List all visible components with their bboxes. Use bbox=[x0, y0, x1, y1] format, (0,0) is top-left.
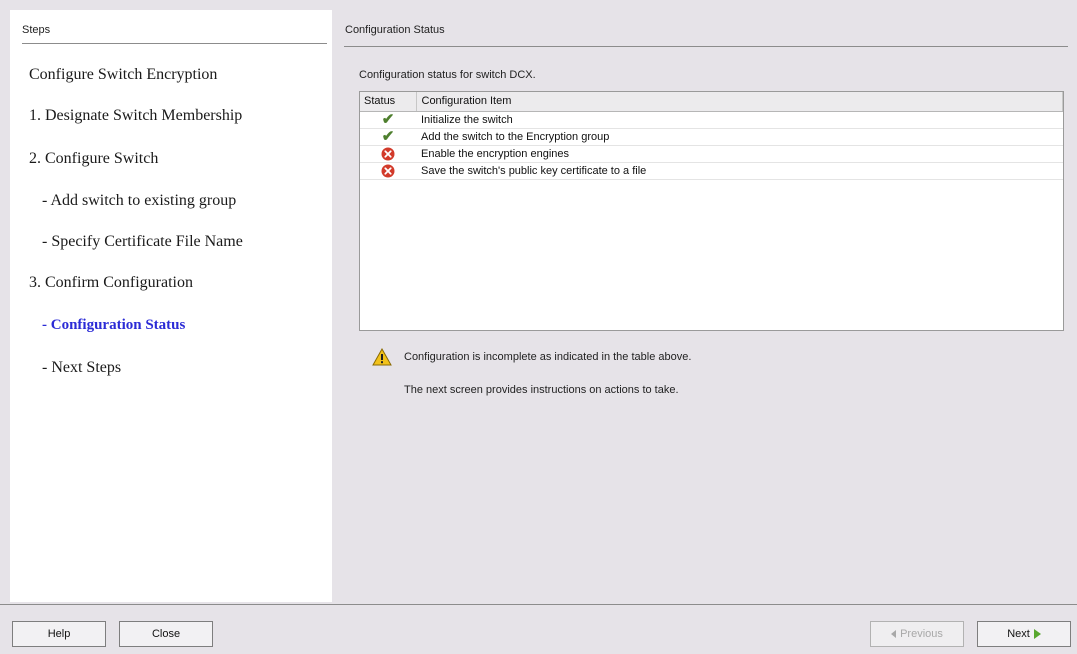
status-cell bbox=[360, 145, 416, 163]
status-cell: ✔ bbox=[360, 127, 416, 146]
next-button[interactable]: Next bbox=[977, 621, 1071, 647]
configuration-item-cell: Add the switch to the Encryption group bbox=[416, 128, 1063, 146]
status-cell: ✔ bbox=[360, 110, 416, 129]
step-designate-switch-membership: 1. Designate Switch Membership bbox=[29, 107, 243, 124]
table-row[interactable]: ✔ Add the switch to the Encryption group bbox=[360, 127, 1063, 146]
help-button[interactable]: Help bbox=[12, 621, 106, 647]
next-button-label: Next bbox=[1007, 628, 1030, 640]
close-button[interactable]: Close bbox=[119, 621, 213, 647]
steps-divider bbox=[22, 43, 327, 44]
step-add-switch-to-existing-group: - Add switch to existing group bbox=[42, 192, 237, 209]
content-divider bbox=[344, 46, 1068, 47]
table-row[interactable]: ✔ Initialize the switch bbox=[360, 110, 1063, 129]
configuration-item-cell: Initialize the switch bbox=[416, 111, 1063, 129]
step-configuration-status: - Configuration Status bbox=[42, 317, 186, 333]
help-button-label: Help bbox=[47, 628, 71, 640]
content-panel: Configuration Status Configuration statu… bbox=[334, 10, 1077, 602]
step-configure-switch-encryption: Configure Switch Encryption bbox=[29, 66, 218, 83]
status-table: Status Configuration Item ✔ Initialize t… bbox=[359, 91, 1064, 331]
check-icon: ✔ bbox=[381, 110, 395, 128]
previous-button[interactable]: Previous bbox=[870, 621, 964, 647]
content-header: Configuration Status bbox=[345, 24, 445, 36]
status-cell bbox=[360, 162, 416, 180]
step-configure-switch: 2. Configure Switch bbox=[29, 150, 159, 167]
error-icon bbox=[381, 164, 395, 177]
step-confirm-configuration: 3. Confirm Configuration bbox=[29, 274, 193, 291]
error-icon bbox=[381, 147, 395, 160]
table-row[interactable]: Save the switch's public key certificate… bbox=[360, 162, 1063, 180]
column-header-status[interactable]: Status bbox=[360, 92, 417, 112]
warning-icon bbox=[372, 348, 392, 366]
column-header-configuration-item[interactable]: Configuration Item bbox=[416, 92, 1063, 112]
step-next-steps: - Next Steps bbox=[42, 359, 122, 376]
previous-button-label: Previous bbox=[900, 628, 943, 640]
check-icon: ✔ bbox=[381, 127, 395, 145]
button-bar: Help Close Previous Next bbox=[0, 604, 1077, 654]
table-row[interactable]: Enable the encryption engines bbox=[360, 145, 1063, 163]
step-specify-certificate-file-name: - Specify Certificate File Name bbox=[42, 233, 243, 250]
configuration-item-cell: Enable the encryption engines bbox=[416, 145, 1063, 163]
arrow-left-icon bbox=[891, 630, 897, 638]
close-button-label: Close bbox=[151, 628, 181, 640]
arrow-right-icon bbox=[1033, 629, 1041, 639]
configuration-item-cell: Save the switch's public key certificate… bbox=[416, 162, 1063, 180]
message-next-screen: The next screen provides instructions on… bbox=[404, 384, 679, 396]
status-message: Configuration is incomplete as indicated… bbox=[372, 348, 1052, 408]
steps-header: Steps bbox=[22, 24, 51, 36]
message-incomplete: Configuration is incomplete as indicated… bbox=[404, 351, 692, 363]
configure-switch-encryption-wizard: Steps Configure Switch Encryption 1. Des… bbox=[0, 0, 1077, 654]
steps-panel: Steps Configure Switch Encryption 1. Des… bbox=[10, 10, 332, 602]
status-label: Configuration status for switch DCX. bbox=[359, 69, 536, 81]
